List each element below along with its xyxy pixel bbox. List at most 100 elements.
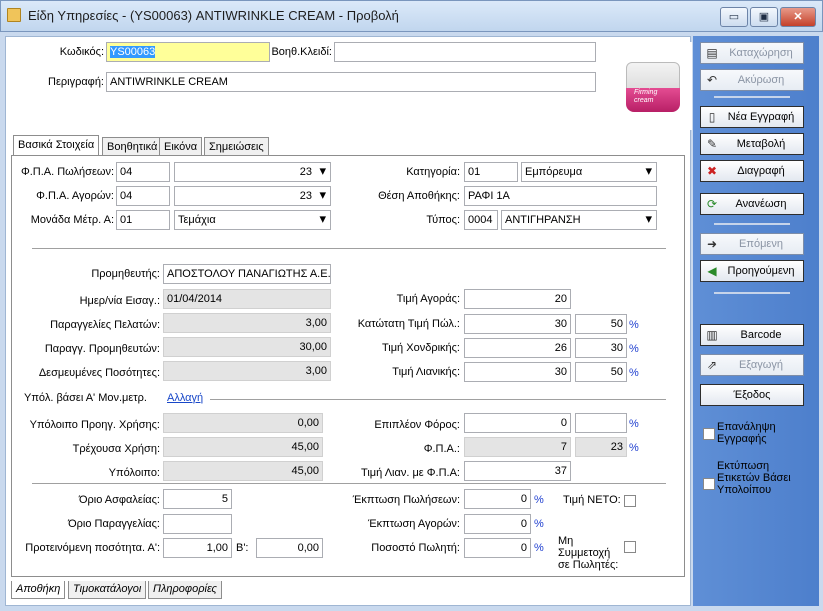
vat-pct-sign: %	[629, 442, 639, 454]
extra-tax-pct-input[interactable]	[575, 413, 627, 433]
net-price-checkbox[interactable]	[624, 495, 636, 507]
retail-pct-sign: %	[629, 367, 639, 379]
retail-input[interactable]: 30	[464, 362, 571, 382]
suggested-qty-input[interactable]: 1,00	[163, 538, 232, 558]
bottom-tab-pricelists[interactable]: Τιμοκατάλογοι	[68, 581, 147, 599]
order-limit-input[interactable]	[163, 514, 232, 534]
delete-button[interactable]: ✖ Διαγραφή	[700, 160, 804, 182]
vat-sales-dropdown[interactable]: 23	[174, 162, 331, 182]
purchase-discount-input[interactable]: 0	[464, 514, 531, 534]
reserved-value: 3,00	[163, 361, 331, 381]
prev-year-value: 0,00	[163, 413, 323, 433]
edit-button[interactable]: ✎ Μεταβολή	[700, 133, 804, 155]
category-code[interactable]: 01	[464, 162, 518, 182]
retail-vat-label: Τιμή Λιαν. με Φ.Π.Α:	[361, 467, 460, 479]
aux-key-input[interactable]	[334, 42, 596, 62]
sales-discount-input[interactable]: 0	[464, 489, 531, 509]
extra-tax-label: Επιπλέον Φόρος:	[374, 419, 460, 431]
balance-label: Υπόλοιπο:	[108, 467, 160, 479]
wholesale-input[interactable]: 26	[464, 338, 571, 358]
unit-dropdown[interactable]: Τεμάχια	[174, 210, 331, 230]
wholesale-label: Τιμή Χονδρικής:	[381, 342, 460, 354]
tab-auxiliary[interactable]: Βοηθητικά	[102, 137, 163, 157]
action-separator	[714, 223, 790, 225]
purchase-price-input[interactable]: 20	[464, 289, 571, 309]
vat-purchases-dropdown[interactable]: 23	[174, 186, 331, 206]
vat-amount-label: Φ.Π.Α.:	[423, 443, 460, 455]
repeat-entry-checkbox[interactable]	[703, 428, 715, 440]
supplier-orders-label: Παραγγ. Προμηθευτών:	[44, 343, 160, 355]
new-record-button[interactable]: ▯ Νέα Εγγραφή	[700, 106, 804, 128]
extra-tax-input[interactable]: 0	[464, 413, 571, 433]
no-seller-checkbox[interactable]	[624, 541, 636, 553]
bottom-tab-warehouse[interactable]: Αποθήκη	[11, 581, 66, 599]
import-date-value: 01/04/2014	[163, 289, 331, 309]
save-icon: ▤	[706, 46, 718, 60]
vat-sales-label: Φ.Π.Α. Πωλήσεων:	[20, 166, 114, 178]
seller-pct-input[interactable]: 0	[464, 538, 531, 558]
divider	[32, 248, 666, 249]
save-button[interactable]: ▤ Καταχώρηση	[700, 42, 804, 64]
app-icon	[7, 8, 21, 22]
tab-image[interactable]: Εικόνα	[159, 137, 203, 157]
prev-year-label: Υπόλοιπο Προηγ. Χρήσης:	[29, 419, 160, 431]
safety-limit-input[interactable]: 5	[163, 489, 232, 509]
suggested-qty-label: Προτεινόμενη ποσότητα. Α':	[25, 542, 160, 554]
current-year-label: Τρέχουσα Χρήση:	[72, 443, 160, 455]
retail-vat-input[interactable]: 37	[464, 461, 571, 481]
wholesale-pct-input[interactable]: 30	[575, 338, 627, 358]
jar-label: Firming cream	[634, 89, 658, 104]
restore-button[interactable]: ▣	[750, 7, 778, 27]
type-dropdown[interactable]: ΑΝΤΙΓΗΡΑΝΣΗ	[501, 210, 657, 230]
previous-button[interactable]: ◀ Προηγούμενη	[700, 260, 804, 282]
bottom-tab-info[interactable]: Πληροφορίες	[148, 581, 222, 599]
customer-orders-label: Παραγγελίες Πελατών:	[50, 319, 160, 331]
vat-pct-value: 23	[575, 437, 627, 457]
code-input[interactable]: YS00063	[106, 42, 270, 62]
tab-notes[interactable]: Σημειώσεις	[204, 137, 269, 157]
retail-pct-input[interactable]: 50	[575, 362, 627, 382]
arrow-right-icon: ➜	[706, 237, 718, 251]
retail-label: Τιμή Λιανικής:	[392, 366, 460, 378]
order-limit-label: Όριο Παραγγελίας:	[68, 518, 160, 530]
sales-discount-pct-sign: %	[534, 494, 544, 506]
net-price-label: Τιμή ΝΕΤΟ:	[563, 494, 621, 506]
minimize-button[interactable]: ▭	[720, 7, 748, 27]
unit-code[interactable]: 01	[116, 210, 170, 230]
product-image[interactable]: Firming cream	[612, 42, 692, 130]
seller-pct-label: Ποσοστό Πωλητή:	[371, 542, 460, 554]
type-label: Τύπος:	[426, 214, 460, 226]
export-button[interactable]: ⇗ Εξαγωγή	[700, 354, 804, 376]
balance-section-label: Υπόλ. βάσει Α' Μον.μετρ.	[24, 392, 147, 404]
b-input[interactable]: 0,00	[256, 538, 323, 558]
category-dropdown[interactable]: Εμπόρευμα	[521, 162, 657, 182]
current-year-value: 45,00	[163, 437, 323, 457]
safety-limit-label: Όριο Ασφαλείας:	[79, 494, 160, 506]
refresh-button[interactable]: ⟳ Ανανέωση	[700, 193, 804, 215]
min-sale-pct-input[interactable]: 50	[575, 314, 627, 334]
sales-discount-label: Έκπτωση Πωλήσεων:	[352, 494, 460, 506]
tab-basic[interactable]: Βασικά Στοιχεία	[13, 135, 100, 157]
cancel-button[interactable]: ↶ Ακύρωση	[700, 69, 804, 91]
code-label: Κωδικός:	[59, 46, 104, 58]
description-input[interactable]: ANTIWRINKLE CREAM	[106, 72, 596, 92]
seller-pct-sign: %	[534, 542, 544, 554]
type-code[interactable]: 0004	[464, 210, 498, 230]
close-button[interactable]: ✕	[780, 7, 816, 27]
supplier-input[interactable]: ΑΠΟΣΤΟΛΟΥ ΠΑΝΑΓΙΩΤΗΣ Α.Ε.	[163, 264, 331, 284]
min-sale-input[interactable]: 30	[464, 314, 571, 334]
customer-orders-value: 3,00	[163, 313, 331, 333]
change-unit-link[interactable]: Αλλαγή	[167, 392, 203, 404]
print-labels-checkbox[interactable]	[703, 478, 715, 490]
import-date-label: Ημερ/νία Εισαγ.:	[79, 295, 160, 307]
storage-input[interactable]: ΡΑΦΙ 1Α	[464, 186, 657, 206]
next-button[interactable]: ➜ Επόμενη	[700, 233, 804, 255]
supplier-label: Προμηθευτής:	[91, 268, 160, 280]
vat-sales-code[interactable]: 04	[116, 162, 170, 182]
vat-purchases-code[interactable]: 04	[116, 186, 170, 206]
exit-button[interactable]: Έξοδος	[700, 384, 804, 406]
window-title: Είδη Υπηρεσίες - (YS00063) ANTIWRINKLE C…	[28, 8, 399, 23]
wholesale-pct-sign: %	[629, 343, 639, 355]
undo-icon: ↶	[706, 73, 718, 87]
barcode-button[interactable]: ▥ Barcode	[700, 324, 804, 346]
